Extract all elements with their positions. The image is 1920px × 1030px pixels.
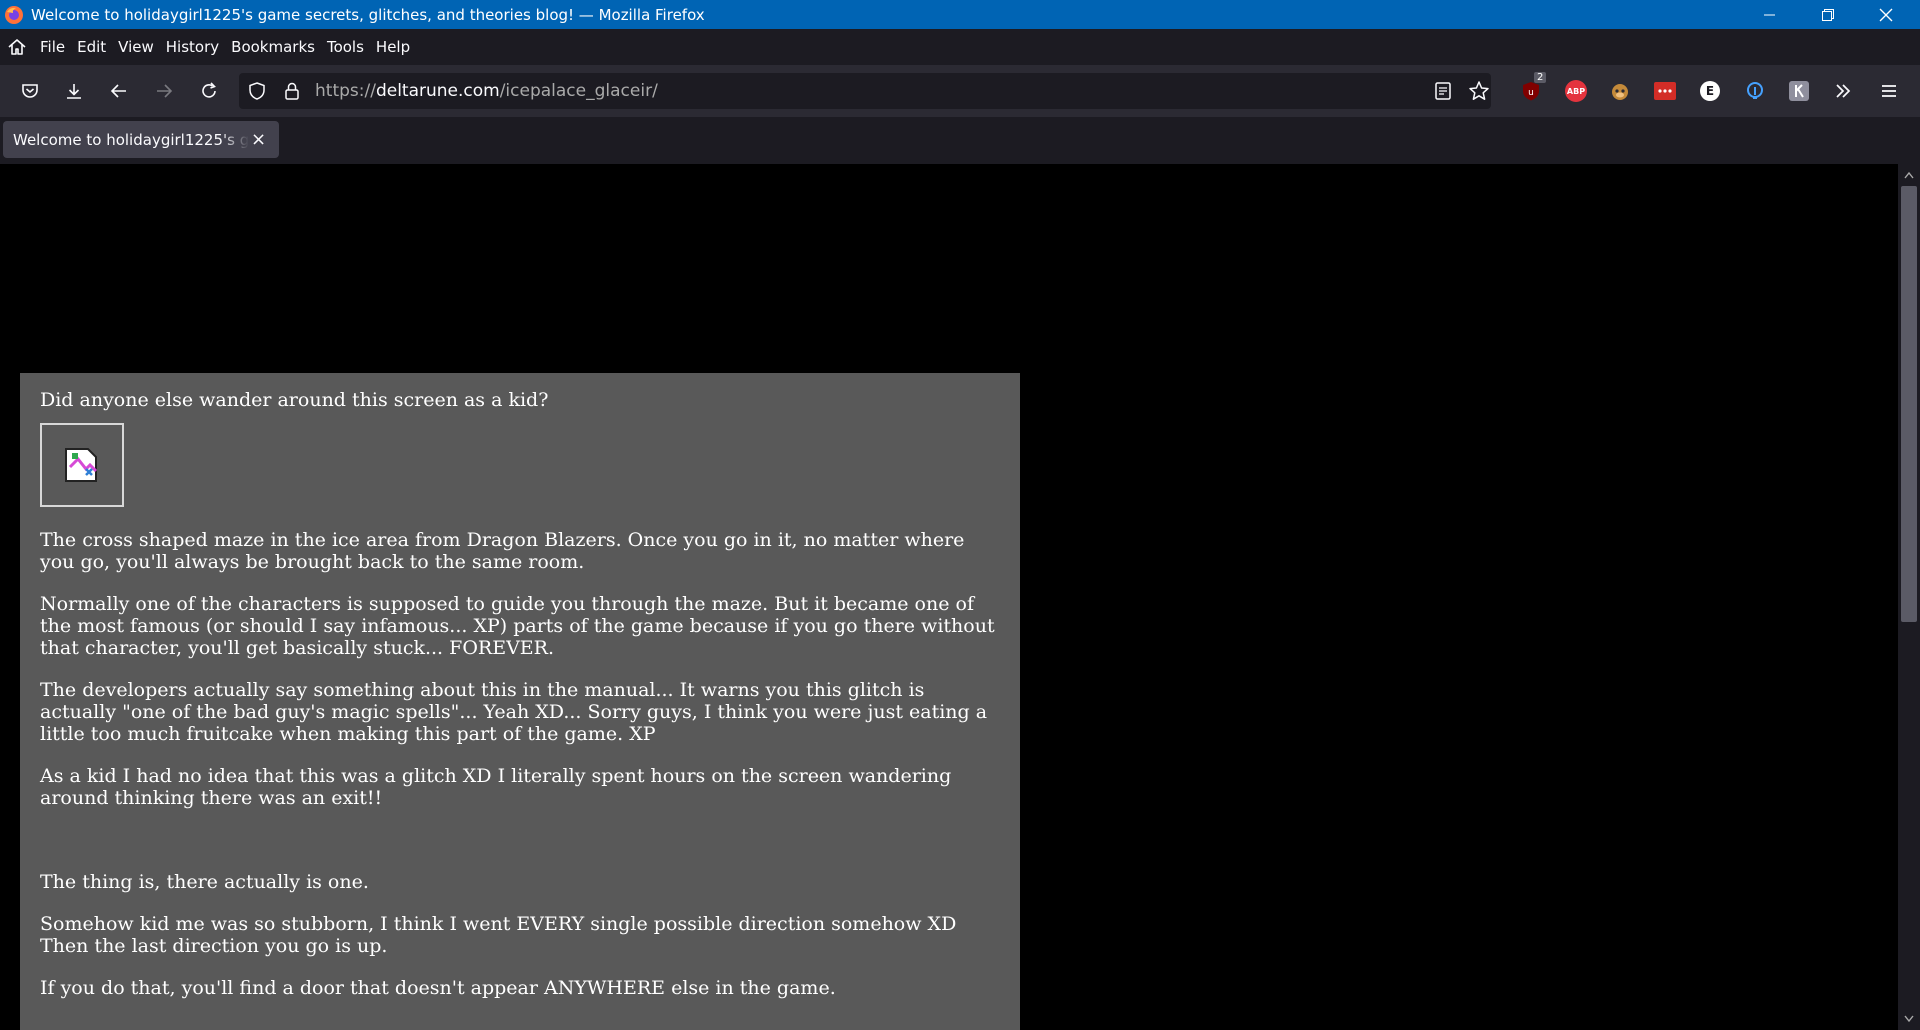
broken-image-icon	[65, 448, 98, 482]
reload-icon	[202, 82, 216, 98]
ublock-shield-icon: u	[1523, 82, 1539, 101]
scroll-up-button[interactable]	[1898, 166, 1920, 184]
back-button[interactable]	[97, 73, 141, 109]
downloads-button[interactable]	[52, 73, 96, 109]
download-icon	[67, 84, 81, 99]
chevron-up-icon	[1904, 171, 1914, 179]
menu-bar: File Edit View History Bookmarks Tools H…	[0, 29, 1920, 65]
window-titlebar: Welcome to holidaygirl1225's game secret…	[0, 0, 1920, 29]
menu-tools[interactable]: Tools	[327, 38, 364, 56]
chevron-down-icon	[1904, 1015, 1914, 1023]
window-title: Welcome to holidaygirl1225's game secret…	[31, 5, 705, 24]
overflow-menu-button[interactable]	[1830, 78, 1856, 104]
broken-image	[40, 423, 124, 507]
restore-icon	[1822, 8, 1834, 21]
menu-edit[interactable]: Edit	[77, 38, 106, 56]
url-scheme: https://	[315, 81, 376, 101]
lastpass-button[interactable]	[1652, 78, 1678, 104]
lock-icon[interactable]	[283, 81, 301, 101]
menu-bookmarks[interactable]: Bookmarks	[231, 38, 315, 56]
url-path: /icepalace_glaceir/	[499, 81, 658, 101]
blog-post: Did anyone else wander around this scree…	[20, 373, 1020, 1030]
abp-icon: ABP	[1565, 80, 1587, 102]
k-extension-button[interactable]	[1786, 78, 1812, 104]
pocket-button[interactable]	[8, 73, 52, 109]
menu-view[interactable]: View	[118, 38, 154, 56]
tab-active[interactable]: Welcome to holidaygirl1225's game secret…	[3, 121, 279, 158]
bulb-icon	[1747, 82, 1763, 99]
close-icon	[1879, 8, 1893, 21]
url-host: deltarune.com	[375, 81, 500, 101]
pocket-icon	[22, 84, 38, 98]
scroll-thumb[interactable]	[1901, 186, 1917, 622]
restore-button[interactable]	[1800, 0, 1856, 29]
url-text[interactable]: https://deltarune.com/icepalace_glaceir/	[315, 81, 658, 101]
e-extension-button[interactable]: E	[1697, 78, 1723, 104]
tab-label: Welcome to holidaygirl1225's game secret…	[13, 130, 249, 149]
arrow-left-icon	[110, 84, 126, 98]
page-content: Did anyone else wander around this scree…	[0, 164, 1898, 1030]
arrow-right-icon	[157, 84, 173, 98]
chevron-double-right-icon	[1836, 84, 1851, 98]
menu-help[interactable]: Help	[376, 38, 410, 56]
navigation-toolbar: https://deltarune.com/icepalace_glaceir/…	[0, 65, 1920, 117]
app-menu-button[interactable]	[1876, 78, 1902, 104]
post-paragraph: The cross shaped maze in the ice area fr…	[40, 529, 965, 573]
menu-file[interactable]: File	[40, 38, 65, 56]
menu-history[interactable]: History	[166, 38, 219, 56]
home-icon	[8, 39, 26, 55]
scroll-down-button[interactable]	[1898, 1010, 1920, 1028]
home-button[interactable]	[2, 32, 32, 62]
vertical-scrollbar[interactable]	[1898, 164, 1920, 1030]
reload-button[interactable]	[187, 73, 231, 109]
svg-text:u: u	[1528, 88, 1534, 98]
forward-button[interactable]	[142, 73, 186, 109]
firefox-logo-icon	[5, 5, 23, 24]
post-paragraph: The thing is, there actually is one.	[40, 871, 369, 893]
url-bar[interactable]: https://deltarune.com/icepalace_glaceir/	[239, 73, 1491, 109]
post-paragraph: If you do that, you'll find a door that …	[40, 977, 836, 999]
monkey-icon	[1612, 84, 1628, 100]
k-icon	[1789, 81, 1809, 101]
post-paragraph: The developers actually say something ab…	[40, 679, 988, 745]
ublock-badge: 2	[1534, 72, 1547, 83]
minimize-button[interactable]	[1742, 0, 1798, 29]
tab-close-icon[interactable]: ×	[251, 129, 266, 150]
close-window-button[interactable]	[1858, 0, 1914, 29]
post-paragraph: Somehow kid me was so stubborn, I think …	[40, 913, 957, 957]
ublock-origin-button[interactable]: u 2	[1518, 72, 1547, 104]
info-extension-button[interactable]	[1742, 78, 1768, 104]
reader-view-icon[interactable]	[1434, 81, 1452, 101]
post-paragraph: As a kid I had no idea that this was a g…	[40, 765, 952, 809]
tampermonkey-button[interactable]	[1607, 78, 1633, 104]
lastpass-icon	[1654, 82, 1676, 100]
adblock-plus-button[interactable]: ABP	[1563, 78, 1589, 104]
bookmark-star-icon[interactable]	[1468, 80, 1490, 102]
post-intro: Did anyone else wander around this scree…	[40, 389, 549, 411]
post-paragraph: Normally one of the characters is suppos…	[40, 593, 995, 659]
tab-strip: Welcome to holidaygirl1225's game secret…	[0, 117, 1920, 164]
shield-icon[interactable]	[247, 81, 267, 101]
e-icon: E	[1700, 81, 1720, 101]
minimize-icon	[1764, 14, 1775, 15]
hamburger-menu-icon	[1882, 85, 1896, 97]
